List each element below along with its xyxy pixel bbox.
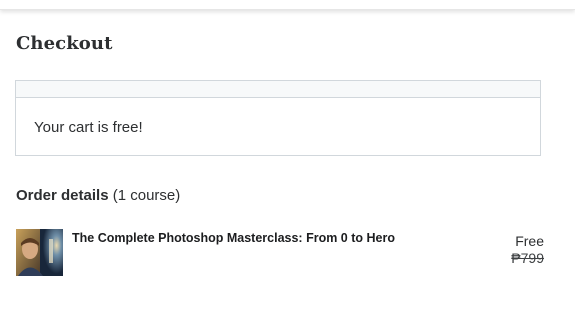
order-details-title: Order details bbox=[16, 187, 109, 204]
page-title: Checkout bbox=[16, 33, 113, 54]
top-header-bar bbox=[0, 0, 575, 10]
order-course-count: (1 course) bbox=[112, 187, 181, 204]
cart-panel-header bbox=[16, 81, 540, 98]
course-price: Free ₱799 bbox=[511, 233, 544, 267]
cart-free-message: Your cart is free! bbox=[34, 119, 143, 136]
course-title: The Complete Photoshop Masterclass: From… bbox=[72, 231, 395, 245]
original-price: ₱799 bbox=[511, 250, 544, 266]
order-item-row: The Complete Photoshop Masterclass: From… bbox=[16, 229, 544, 277]
course-thumbnail bbox=[16, 229, 63, 276]
current-price: Free bbox=[515, 233, 544, 249]
course-thumbnail-image bbox=[16, 229, 63, 276]
order-details-heading: Order details (1 course) bbox=[16, 187, 180, 204]
cart-status-panel: Your cart is free! bbox=[15, 80, 541, 156]
